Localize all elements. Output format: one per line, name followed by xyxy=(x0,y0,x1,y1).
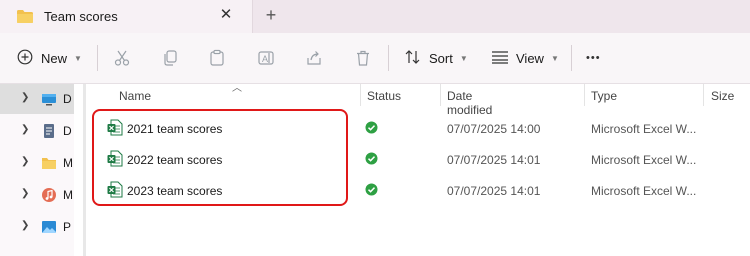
tab-title: Team scores xyxy=(44,9,118,24)
chevron-right-icon[interactable]: ❯ xyxy=(21,124,29,135)
chevron-right-icon[interactable]: ❯ xyxy=(21,220,29,231)
chevron-right-icon[interactable]: ❯ xyxy=(21,188,29,199)
sync-status-check-icon xyxy=(365,152,378,168)
documents-icon xyxy=(41,123,57,139)
nav-item-label: M xyxy=(63,188,73,202)
tab-team-scores[interactable]: Team scores ✕ xyxy=(0,0,253,33)
folder-icon xyxy=(41,155,57,171)
column-label: Size xyxy=(711,89,735,103)
folder-icon xyxy=(16,9,34,27)
desktop-icon xyxy=(41,91,57,107)
new-button[interactable]: New ▼ xyxy=(17,46,82,70)
view-icon xyxy=(491,50,509,67)
sort-label: Sort xyxy=(429,50,453,66)
rename-icon[interactable]: A xyxy=(257,46,275,70)
sort-ascending-icon: ︿ xyxy=(232,83,242,94)
sort-button[interactable]: Sort ▼ xyxy=(404,46,468,70)
nav-item-folder[interactable]: ❯ M xyxy=(0,148,74,178)
column-label: Name xyxy=(119,89,152,103)
command-bar: New ▼ A Sort ▼ View ▼ ••• xyxy=(0,33,750,84)
music-icon xyxy=(41,187,57,203)
paste-icon[interactable] xyxy=(208,46,226,70)
new-tab-button[interactable]: + xyxy=(262,6,280,24)
nav-item-documents[interactable]: ❯ D xyxy=(0,116,74,146)
copy-icon[interactable] xyxy=(161,46,179,70)
nav-item-pictures[interactable]: ❯ P xyxy=(0,212,74,242)
column-label: Status xyxy=(367,89,402,103)
file-date-modified: 07/07/2025 14:01 xyxy=(447,184,541,198)
cut-icon[interactable] xyxy=(113,46,131,70)
new-label: New xyxy=(41,50,68,66)
chevron-right-icon[interactable]: ❯ xyxy=(21,92,29,103)
file-date-modified: 07/07/2025 14:01 xyxy=(447,153,541,167)
svg-text:A: A xyxy=(262,54,268,64)
nav-item-label: P xyxy=(63,220,72,234)
sync-status-check-icon xyxy=(365,121,378,137)
column-divider[interactable] xyxy=(360,84,361,106)
file-type: Microsoft Excel W... xyxy=(591,153,697,167)
sync-status-check-icon xyxy=(365,183,378,199)
plus-circle-icon xyxy=(17,49,33,68)
column-divider[interactable] xyxy=(584,84,585,106)
chevron-down-icon: ▼ xyxy=(74,53,82,63)
sort-icon xyxy=(404,49,422,68)
column-label: Type xyxy=(591,89,618,103)
nav-scrollbar[interactable] xyxy=(83,84,86,256)
delete-icon[interactable] xyxy=(354,46,372,70)
annotation-highlight-box xyxy=(92,109,348,206)
divider xyxy=(571,45,572,71)
file-type: Microsoft Excel W... xyxy=(591,184,697,198)
chevron-right-icon[interactable]: ❯ xyxy=(21,156,29,167)
nav-item-label: D xyxy=(63,92,72,106)
file-date-modified: 07/07/2025 14:00 xyxy=(447,122,541,136)
view-label: View xyxy=(516,50,544,66)
file-type: Microsoft Excel W... xyxy=(591,122,697,136)
close-icon[interactable]: ✕ xyxy=(219,7,233,22)
pictures-icon xyxy=(41,219,57,235)
nav-item-desktop[interactable]: ❯ D xyxy=(0,84,74,114)
title-bar: Team scores ✕ + xyxy=(0,0,750,33)
more-icon[interactable]: ••• xyxy=(586,46,601,70)
chevron-down-icon: ▼ xyxy=(550,53,559,63)
view-button[interactable]: View ▼ xyxy=(491,46,559,70)
nav-item-music[interactable]: ❯ M xyxy=(0,180,74,210)
nav-item-label: D xyxy=(63,124,72,138)
nav-item-label: M xyxy=(63,156,73,170)
chevron-down-icon: ▼ xyxy=(459,53,468,63)
divider xyxy=(388,45,389,71)
share-icon[interactable] xyxy=(305,46,323,70)
column-divider[interactable] xyxy=(703,84,704,106)
divider xyxy=(97,45,98,71)
column-divider[interactable] xyxy=(440,84,441,106)
